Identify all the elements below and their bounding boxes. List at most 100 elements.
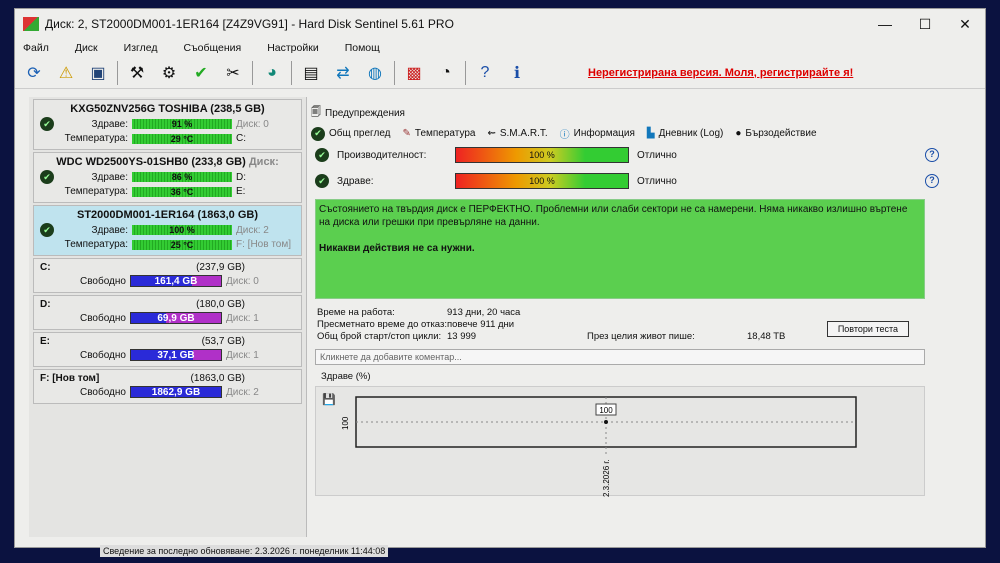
minimize-button[interactable]: — bbox=[865, 16, 905, 32]
disk-item-selected[interactable]: ST2000DM001-1ER164 (1863,0 GB) ✔ Здраве: 1… bbox=[33, 205, 302, 256]
status-text: Състоянието на твърдия диск е ПЕРФЕКТНО.… bbox=[319, 204, 908, 228]
thermometer-icon: ✎ bbox=[402, 128, 411, 139]
status-message: Състоянието на твърдия диск е ПЕРФЕКТНО.… bbox=[315, 199, 925, 299]
volume-item[interactable]: E: (53,7 GB) Свободно 37,1 GB Диск: 1 bbox=[33, 332, 302, 367]
data-label: 100 bbox=[599, 406, 613, 415]
temp-label: Температура: bbox=[64, 133, 128, 144]
menu-bar: Файл Диск Изглед Съобщения Настройки Пом… bbox=[15, 39, 985, 57]
disk-report-icon[interactable]: ▣ bbox=[85, 60, 111, 86]
volume-item[interactable]: D: (180,0 GB) Свободно 69,9 GB Диск: 1 bbox=[33, 295, 302, 330]
volume-disk: Диск: 0 bbox=[225, 275, 259, 287]
temp-bar: 29 °C bbox=[132, 133, 232, 144]
gauge-icon[interactable]: ◔ bbox=[433, 60, 459, 86]
cycles-value: 13 999 bbox=[447, 331, 477, 342]
free-space-bar: 37,1 GB bbox=[129, 349, 222, 361]
health-bar: 100 % bbox=[455, 173, 629, 189]
volume-item[interactable]: C: (237,9 GB) Свободно 161,4 GB Диск: 0 bbox=[33, 258, 302, 293]
lifetime-label: Пресметнато време до отказ: bbox=[317, 319, 447, 330]
tab-label: Бързодействие bbox=[745, 128, 817, 139]
menu-view[interactable]: Изглед bbox=[124, 42, 158, 54]
tab-label: S.M.A.R.T. bbox=[499, 128, 548, 139]
warnings-icon: 🗐 bbox=[311, 107, 321, 118]
health-label: Здраве: bbox=[91, 224, 128, 236]
health-bar: 100 % bbox=[132, 225, 232, 235]
save-icon[interactable]: 💾 bbox=[322, 393, 336, 406]
action-text: Никакви действия не са нужни. bbox=[319, 243, 475, 254]
toolbar-separator bbox=[117, 60, 118, 85]
disk-ok-icon[interactable]: ✔ bbox=[188, 60, 214, 86]
disk-test-icon[interactable]: ⚒ bbox=[124, 60, 150, 86]
volume-item[interactable]: F: [Нов том] (1863,0 GB) Свободно 1862,9 G… bbox=[33, 369, 302, 404]
monitor-off-icon[interactable]: ▩ bbox=[401, 60, 427, 86]
temp-label: Температура: bbox=[64, 186, 128, 197]
tab-temperature[interactable]: ✎ Температура bbox=[403, 128, 476, 139]
comment-input[interactable]: Кликнете да добавите коментар... bbox=[315, 349, 925, 365]
title-bar: Диск: 2, ST2000DM001-1ER164 [Z4Z9VG91] -… bbox=[15, 9, 985, 39]
disk-number: Диск: 0 bbox=[236, 118, 269, 130]
retest-button[interactable]: Повтори теста bbox=[826, 321, 909, 337]
overview-panel: 🗐 Предупреждения ✔ Общ преглед ✎ Температур… bbox=[311, 105, 951, 535]
volume-name: C: bbox=[40, 262, 51, 273]
sync-icon[interactable]: ⇄ bbox=[330, 60, 356, 86]
y-tick-label: 100 bbox=[341, 416, 350, 430]
toolbar-separator bbox=[252, 60, 253, 85]
volume-name: D: bbox=[40, 299, 51, 310]
maximize-button[interactable]: ☐ bbox=[905, 16, 945, 33]
globe-icon[interactable]: ◕ bbox=[259, 60, 285, 86]
warnings-label: Предупреждения bbox=[325, 108, 405, 119]
menu-help[interactable]: Помощ bbox=[345, 42, 380, 54]
health-status: Отлично bbox=[637, 175, 677, 187]
volume-name: F: [Нов том] bbox=[40, 373, 100, 384]
health-bar: 86 % bbox=[132, 172, 232, 182]
close-button[interactable]: ✕ bbox=[945, 16, 985, 33]
tab-overview[interactable]: ✔ Общ преглед bbox=[311, 126, 391, 141]
volume-size: (1863,0 GB) bbox=[190, 373, 245, 384]
tab-information[interactable]: ⓘ Информация bbox=[560, 126, 635, 141]
help-icon[interactable]: ? bbox=[925, 148, 939, 162]
free-label: Свободно bbox=[80, 275, 126, 287]
help-icon[interactable]: ? bbox=[472, 60, 498, 86]
x-tick-label: 2.3.2026 г. bbox=[602, 459, 611, 497]
written-value: 18,48 TB bbox=[747, 331, 786, 342]
volume-size: (53,7 GB) bbox=[201, 336, 245, 347]
disk-name: WDC WD2500YS-01SHB0 (233,8 GB) Диск: bbox=[40, 156, 295, 168]
performance-row: ✔ Производителност: 100 % Отлично? bbox=[315, 147, 951, 163]
registration-link[interactable]: Нерегистрирана версия. Моля, регистрирай… bbox=[588, 67, 853, 79]
toolbar: ⟳ ⚠ ▣ ⚒ ⚙ ✔ ✂ ◕ ▤ ⇄ ◍ ▩ ◔ ? ℹ Нерегистри… bbox=[15, 57, 985, 89]
menu-messages[interactable]: Съобщения bbox=[183, 42, 241, 54]
disk-name: KXG50ZNV256G TOSHIBA (238,5 GB) bbox=[70, 103, 265, 115]
free-label: Свободно bbox=[80, 312, 126, 324]
network-icon[interactable]: ◍ bbox=[362, 60, 388, 86]
menu-settings[interactable]: Настройки bbox=[267, 42, 319, 54]
health-label: Здраве: bbox=[337, 175, 374, 187]
performance-label: Производителност: bbox=[337, 149, 427, 161]
disk-tools-icon[interactable]: ✂ bbox=[220, 60, 246, 86]
tab-bar: ✔ Общ преглед ✎ Температура ⇜ S.M.A.R.T. ⓘ И… bbox=[311, 126, 951, 141]
menu-disk[interactable]: Диск bbox=[75, 42, 98, 54]
info-icon[interactable]: ℹ bbox=[504, 60, 530, 86]
help-icon[interactable]: ? bbox=[925, 174, 939, 188]
info-icon: ⓘ bbox=[559, 130, 570, 141]
menu-file[interactable]: Файл bbox=[23, 42, 49, 54]
alert-icon[interactable]: ⚠ bbox=[53, 60, 79, 86]
health-row: ✔ Здраве: 100 % Отлично? bbox=[315, 173, 951, 189]
refresh-icon[interactable]: ⟳ bbox=[21, 60, 47, 86]
free-space-bar: 69,9 GB bbox=[129, 312, 222, 324]
disk-item[interactable]: KXG50ZNV256G TOSHIBA (238,5 GB) ✔ Здраве:… bbox=[33, 99, 302, 150]
chart-tab-health[interactable]: Здраве (%) bbox=[321, 371, 951, 382]
tab-smart[interactable]: ⇜ S.M.A.R.T. bbox=[487, 128, 547, 139]
tab-performance[interactable]: ● Бързодействие bbox=[735, 128, 816, 139]
volume-disk: Диск: 2 bbox=[225, 386, 259, 398]
warnings-tab[interactable]: 🗐 Предупреждения bbox=[311, 105, 951, 122]
temp-label: Температура: bbox=[64, 239, 128, 250]
document-icon[interactable]: ▤ bbox=[298, 60, 324, 86]
health-label: Здраве: bbox=[91, 118, 128, 130]
disk-volumes: F: [Нов том] bbox=[236, 239, 291, 250]
disk-number: Диск: 2 bbox=[236, 224, 269, 236]
check-icon: ✔ bbox=[40, 117, 54, 131]
disk-surface-icon[interactable]: ⚙ bbox=[156, 60, 182, 86]
disk-item[interactable]: WDC WD2500YS-01SHB0 (233,8 GB) Диск: ✔ Зд… bbox=[33, 152, 302, 203]
volume-disk: Диск: 1 bbox=[225, 312, 259, 324]
status-bar: Сведение за последно обновяване: 2.3.202… bbox=[100, 545, 389, 557]
tab-log[interactable]: ▙ Дневник (Log) bbox=[647, 128, 723, 139]
